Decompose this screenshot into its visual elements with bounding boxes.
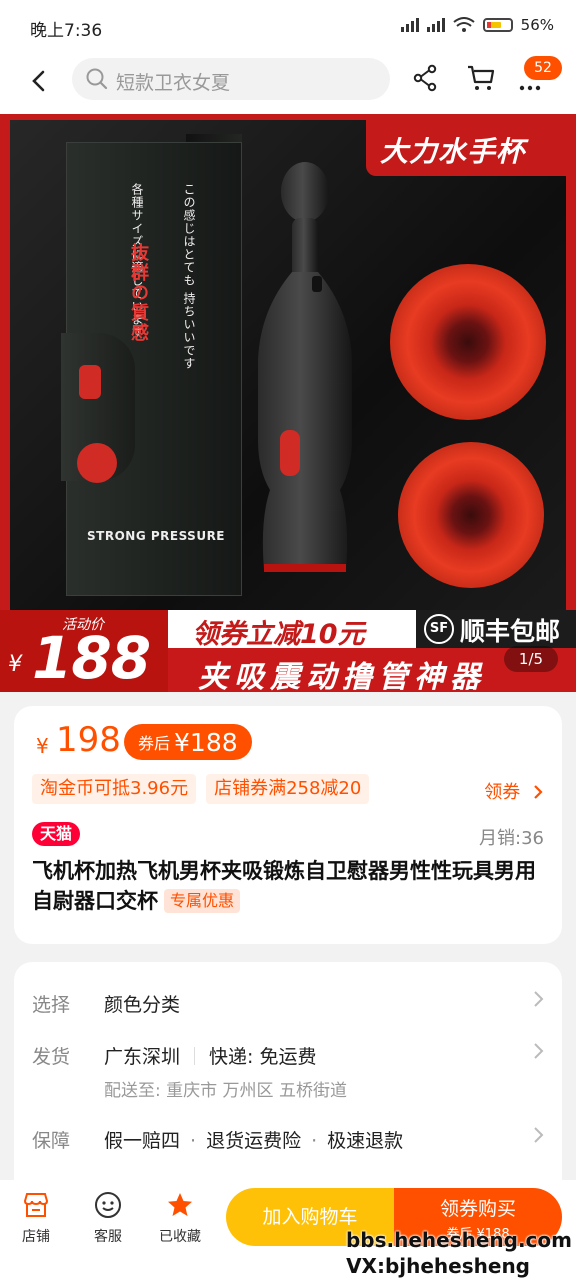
cart-button[interactable]: [466, 64, 496, 96]
status-icons: 56%: [400, 16, 554, 34]
package-highlight: 抜群の質感: [128, 243, 149, 343]
product-title-text: 飞机杯加热飞机男杯夹吸锻炼自卫慰器男性性玩具男用自尉器口交杯: [32, 859, 536, 913]
shipping-info: 广东深圳 快递: 免运费: [104, 1042, 316, 1069]
service-icon: [95, 1192, 121, 1218]
select-value: 颜色分类: [104, 994, 181, 1016]
sf-shipping-banner: SF 顺丰包邮: [416, 610, 576, 648]
share-button[interactable]: [412, 64, 438, 96]
cart-icon: [468, 65, 495, 90]
sf-shipping-text: 顺丰包邮: [460, 617, 561, 646]
chevron-right-icon: [534, 1127, 544, 1143]
watermark-line-1: bbs.hehesheng.com: [345, 1228, 572, 1252]
gallery-pager: 1/5: [504, 646, 558, 672]
activity-price: 188: [32, 624, 151, 692]
chevron-right-icon: [534, 785, 543, 799]
sf-logo-icon: SF: [424, 614, 454, 644]
price-value: 198: [56, 720, 121, 760]
coupon-banner-text: 领券立减10元: [192, 619, 365, 650]
sleeve-image-2: [398, 442, 544, 588]
chevron-right-icon: [534, 1043, 544, 1059]
promo-pills: 淘金币可抵3.96元 店铺券满258减20: [32, 774, 370, 804]
search-input[interactable]: 短款卫衣女夏: [72, 58, 390, 100]
express-fee: 快递: 免运费: [209, 1046, 317, 1068]
get-coupon-label: 领券: [484, 782, 521, 803]
chevron-right-icon: [534, 991, 544, 1007]
watermark-line-2: VX:bjhehesheng: [346, 1254, 530, 1278]
service-label: 客服: [94, 1229, 122, 1245]
shop-label: 店铺: [22, 1229, 50, 1245]
top-nav: 短款卫衣女夏 52: [0, 56, 576, 114]
taojinbi-pill[interactable]: 淘金币可抵3.96元: [32, 774, 197, 804]
promo-price-banner: 活动价 ¥ 188 领券立减10元 SF 顺丰包邮 夹吸震动撸管神器: [0, 610, 576, 692]
back-button[interactable]: [24, 66, 54, 96]
favorite-button[interactable]: 已收藏: [150, 1190, 210, 1246]
product-tag-banner: 大力水手杯: [366, 120, 566, 176]
status-time: 晚上7:36: [30, 21, 103, 41]
guarantee-key: 保障: [32, 1130, 71, 1152]
sleeve-image-1: [390, 264, 546, 420]
product-title: 飞机杯加热飞机男杯夹吸锻炼自卫慰器男性性玩具男用自尉器口交杯 专属优惠: [32, 856, 546, 916]
shipping-key: 发货: [32, 1046, 71, 1068]
product-package: この感じはとても 持ちいいです 各種サイズに適しています 抜群の質感 STRON…: [61, 142, 242, 596]
guarantee-item: 极速退款: [327, 1130, 404, 1152]
signal-icon-2: [426, 18, 445, 32]
exclusive-offer-badge[interactable]: 专属优惠: [164, 889, 241, 913]
customer-service-button[interactable]: 客服: [78, 1190, 138, 1246]
battery-percent: 56%: [520, 16, 554, 34]
search-placeholder: 短款卫衣女夏: [116, 72, 231, 94]
product-photo: この感じはとても 持ちいいです 各種サイズに適しています 抜群の質感 STRON…: [10, 120, 566, 616]
deliver-to: 配送至: 重庆市 万州区 五桥街道: [104, 1081, 347, 1101]
guarantee-item: 退货运费险: [206, 1130, 302, 1152]
chevron-left-icon: [32, 70, 45, 92]
favorited-label: 已收藏: [159, 1229, 201, 1245]
select-key: 选择: [32, 994, 71, 1016]
coupon-banner: 领券立减10元: [168, 610, 416, 650]
status-bar: 晚上7:36 56%: [0, 0, 576, 56]
guarantee-list: 假一赔四 · 退货运费险 · 极速退款: [104, 1130, 404, 1152]
search-icon: [86, 68, 108, 90]
package-brand-text: STRONG PRESSURE: [87, 529, 225, 543]
slogan-text: 夹吸震动撸管神器: [198, 660, 486, 692]
monthly-sales: 月销:36: [479, 828, 544, 849]
product-device-image: [258, 162, 352, 572]
activity-price-block: 活动价 ¥ 188: [0, 610, 170, 692]
product-gallery[interactable]: この感じはとても 持ちいいです 各種サイズに適しています 抜群の質感 STRON…: [0, 114, 576, 692]
wifi-icon: [453, 17, 475, 32]
shop-icon: [23, 1193, 49, 1217]
ship-from: 广东深圳: [104, 1046, 181, 1068]
package-text: この感じはとても 持ちいいです: [182, 183, 196, 370]
after-coupon-price-badge: 券后 ¥188: [124, 724, 252, 760]
guarantee-item: 假一赔四: [104, 1130, 181, 1152]
shop-button[interactable]: 店铺: [6, 1190, 66, 1246]
package-device-image: [61, 333, 135, 483]
battery-icon: [482, 18, 513, 32]
cart-count-badge: 52: [524, 56, 562, 80]
after-coupon-price: ¥188: [174, 727, 238, 757]
price-card: ¥ 198 券后 ¥188 淘金币可抵3.96元 店铺券满258减20 领券 天…: [14, 706, 562, 944]
price-currency: ¥: [36, 734, 49, 758]
after-coupon-label: 券后: [138, 734, 171, 753]
buy-label: 领券购买: [439, 1198, 516, 1220]
activity-currency: ¥: [8, 652, 22, 677]
get-coupon-link[interactable]: 领券: [484, 778, 544, 804]
product-tag-text: 大力水手杯: [380, 135, 526, 168]
shop-coupon-pill[interactable]: 店铺券满258减20: [206, 774, 370, 804]
share-icon: [413, 64, 437, 92]
star-icon: [168, 1193, 192, 1216]
tmall-badge: 天猫: [32, 822, 81, 846]
signal-icon: [400, 18, 419, 32]
